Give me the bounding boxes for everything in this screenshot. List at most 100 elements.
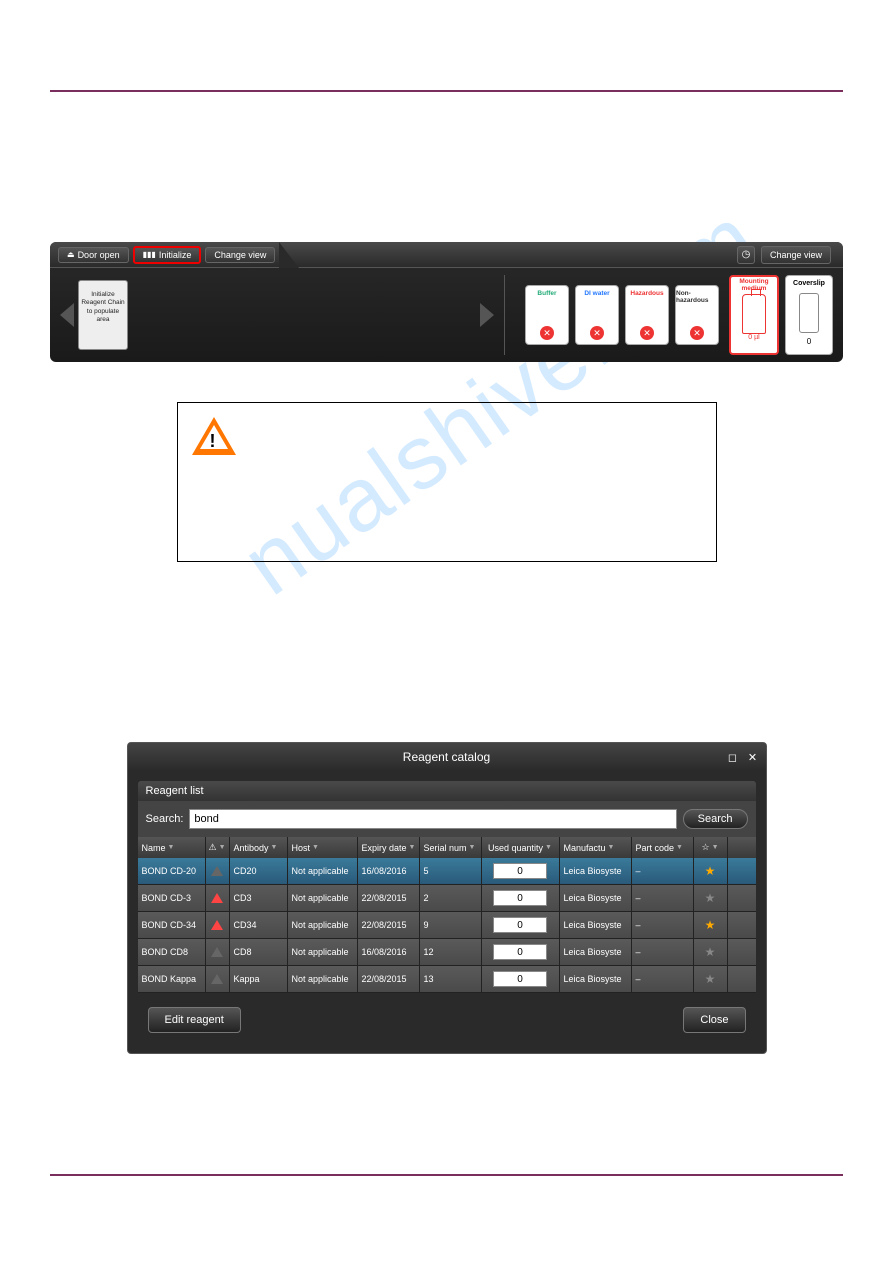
cell-antibody[interactable]: CD8 (230, 939, 288, 965)
col-host[interactable]: Host▼ (288, 837, 358, 858)
coverslip-value: 0 (807, 337, 811, 346)
table-row[interactable]: BOND CD-3 CD3 Not applicable 22/08/2015 … (138, 885, 756, 912)
col-expiry[interactable]: Expiry date▼ (358, 837, 420, 858)
tab-wedge (279, 242, 299, 268)
table-row[interactable]: BOND CD8 CD8 Not applicable 16/08/2016 1… (138, 939, 756, 966)
cell-host: Not applicable (288, 858, 358, 884)
cell-host: Not applicable (288, 939, 358, 965)
cell-qty (482, 939, 560, 965)
cell-serial: 5 (420, 858, 482, 884)
cell-name: BOND Kappa (138, 966, 206, 992)
bottle-non-hazardous[interactable]: Non-hazardous ✕ (675, 285, 719, 345)
cell-qty (482, 912, 560, 938)
cell-antibody[interactable]: CD34 (230, 912, 288, 938)
bottle-label: DI water (584, 290, 609, 297)
table-row[interactable]: BOND CD-34 CD34 Not applicable 22/08/201… (138, 912, 756, 939)
maximize-icon[interactable]: ◻ (726, 750, 740, 764)
bottle-di-water[interactable]: DI water✕ (575, 285, 619, 345)
cell-antibody[interactable]: CD20 (230, 858, 288, 884)
cell-host: Not applicable (288, 885, 358, 911)
cell-expiry: 22/08/2015 (358, 912, 420, 938)
scroll-right-icon[interactable] (480, 303, 494, 327)
caution-box: ! (177, 402, 717, 562)
clock-icon-button[interactable]: ◷ (737, 246, 755, 264)
qty-input[interactable] (493, 890, 547, 906)
cell-name: BOND CD8 (138, 939, 206, 965)
x-icon: ✕ (640, 326, 654, 340)
cell-antibody[interactable]: CD3 (230, 885, 288, 911)
cell-host: Not applicable (288, 912, 358, 938)
coverslip-label: Coverslip (793, 280, 825, 287)
qty-input[interactable] (493, 863, 547, 879)
dialog-title: Reagent catalog (403, 750, 490, 764)
star-icon: ★ (705, 945, 716, 959)
col-antibody[interactable]: Antibody▼ (230, 837, 288, 858)
cell-star[interactable]: ★ (694, 912, 728, 938)
coverslip-box[interactable]: Coverslip 0 (785, 275, 833, 355)
door-open-button[interactable]: ⏏Door open (58, 247, 129, 263)
cell-warn (206, 885, 230, 911)
cell-name: BOND CD-3 (138, 885, 206, 911)
cell-part: – (632, 939, 694, 965)
cell-serial: 12 (420, 939, 482, 965)
bottle-buffer[interactable]: Buffer ✕ (525, 285, 569, 345)
qty-input[interactable] (493, 971, 547, 987)
bottle-label: Non-hazardous (676, 290, 718, 304)
cell-star[interactable]: ★ (694, 966, 728, 992)
warning-icon (211, 920, 223, 930)
x-icon: ✕ (690, 326, 704, 340)
reagent-catalog-dialog: Reagent catalog ◻ ✕ Reagent list Search:… (127, 742, 767, 1054)
cell-antibody[interactable]: Kappa (230, 966, 288, 992)
cell-part: – (632, 858, 694, 884)
close-button[interactable]: Close (683, 1007, 745, 1033)
col-serial[interactable]: Serial num▼ (420, 837, 482, 858)
reagent-list-header: Reagent list (138, 781, 756, 801)
instrument-toolbar: ⏏Door open ▮▮▮Initialize Change view ◷ C… (50, 242, 843, 362)
dialog-titlebar[interactable]: Reagent catalog ◻ ✕ (128, 743, 766, 771)
cell-expiry: 16/08/2016 (358, 939, 420, 965)
qty-input[interactable] (493, 944, 547, 960)
cell-warn (206, 858, 230, 884)
search-input[interactable] (189, 809, 676, 829)
cell-star[interactable]: ★ (694, 885, 728, 911)
change-view-button-right[interactable]: Change view (761, 246, 831, 264)
table-row[interactable]: BOND Kappa Kappa Not applicable 22/08/20… (138, 966, 756, 993)
initialize-reagent-box[interactable]: Initialize Reagent Chain to populate are… (78, 280, 128, 350)
coverslip-slot-icon (799, 293, 819, 333)
change-view-button-left[interactable]: Change view (205, 247, 275, 263)
cell-star[interactable]: ★ (694, 939, 728, 965)
mounting-medium-box[interactable]: Mounting medium 0 µl (729, 275, 779, 355)
col-warn[interactable]: ⚠▼ (206, 837, 230, 858)
search-label: Search: (146, 813, 184, 825)
edit-reagent-button[interactable]: Edit reagent (148, 1007, 241, 1033)
col-star[interactable]: ☆▼ (694, 837, 728, 858)
close-icon[interactable]: ✕ (746, 750, 760, 764)
table-row[interactable]: BOND CD-20 CD20 Not applicable 16/08/201… (138, 858, 756, 885)
x-icon: ✕ (540, 326, 554, 340)
cell-mfr: Leica Biosyste (560, 885, 632, 911)
col-name[interactable]: Name▼ (138, 837, 206, 858)
bottle-hazardous[interactable]: Hazardous✕ (625, 285, 669, 345)
star-icon: ★ (705, 864, 716, 878)
cell-qty (482, 858, 560, 884)
divider (504, 275, 505, 355)
cell-qty (482, 885, 560, 911)
col-mfr[interactable]: Manufactu▼ (560, 837, 632, 858)
col-part[interactable]: Part code▼ (632, 837, 694, 858)
warning-triangle-icon: ! (192, 417, 236, 455)
cell-serial: 2 (420, 885, 482, 911)
cell-star[interactable]: ★ (694, 858, 728, 884)
bottle-label: Buffer (537, 290, 556, 297)
cell-mfr: Leica Biosyste (560, 912, 632, 938)
cell-warn (206, 939, 230, 965)
warning-icon (211, 947, 223, 957)
search-button[interactable]: Search (683, 809, 748, 829)
qty-input[interactable] (493, 917, 547, 933)
initialize-button[interactable]: ▮▮▮Initialize (133, 246, 202, 264)
scroll-left-icon[interactable] (60, 303, 74, 327)
cell-warn (206, 966, 230, 992)
star-icon: ★ (705, 891, 716, 905)
cell-mfr: Leica Biosyste (560, 858, 632, 884)
col-qty[interactable]: Used quantity▼ (482, 837, 560, 858)
star-icon: ★ (705, 918, 716, 932)
